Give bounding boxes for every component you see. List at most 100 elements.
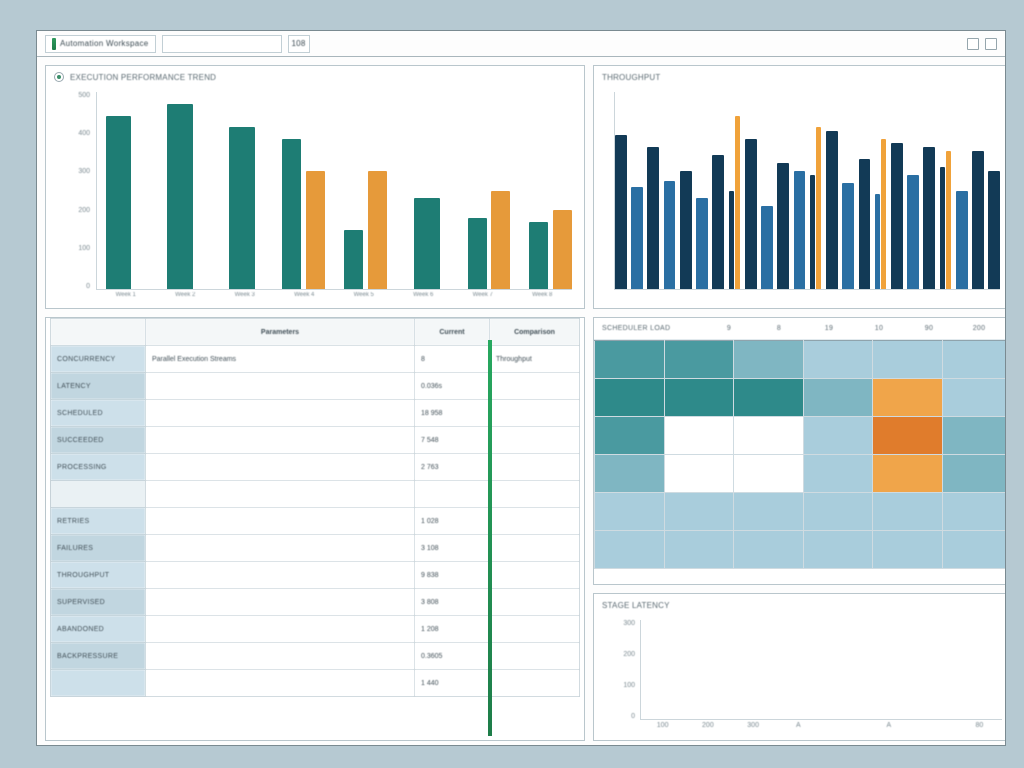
bar-group (344, 92, 387, 289)
heatmap-header: Scheduler Load 98191090200 (594, 318, 1005, 340)
heat-cell[interactable] (873, 417, 943, 455)
bar-group (529, 92, 572, 289)
chart-right-panel: Throughput (593, 65, 1005, 309)
chart-right-title: Throughput (602, 73, 660, 82)
heat-cell[interactable] (734, 493, 804, 531)
bar (907, 92, 919, 289)
heat-cell[interactable] (734, 531, 804, 569)
heat-cell[interactable] (664, 379, 734, 417)
table-row[interactable]: Supervised3 808 (51, 589, 580, 616)
bar-group (159, 92, 202, 289)
bar-group (221, 92, 264, 289)
heat-cell[interactable] (803, 379, 873, 417)
table-row[interactable]: 1 440 (51, 670, 580, 697)
heatmap-grid (594, 340, 1005, 569)
window-control-icon-2[interactable] (985, 38, 997, 50)
titlebar: Automation Workspace 108 (37, 31, 1005, 57)
app-title: Automation Workspace (60, 39, 149, 48)
page-code: 108 (288, 35, 310, 53)
bar-group (97, 92, 140, 289)
heat-cell[interactable] (942, 417, 1005, 455)
heat-cell[interactable] (664, 341, 734, 379)
chart-left-plot (96, 92, 572, 290)
data-table: ParametersCurrentComparisonConcurrencyPa… (50, 318, 580, 697)
heat-cell[interactable] (734, 417, 804, 455)
table-row[interactable]: Throughput9 838 (51, 562, 580, 589)
bar (972, 92, 984, 289)
heat-cell[interactable] (664, 531, 734, 569)
heat-cell[interactable] (803, 417, 873, 455)
bar (777, 92, 789, 289)
heat-cell[interactable] (873, 493, 943, 531)
bar (842, 92, 854, 289)
table-row[interactable]: ConcurrencyParallel Execution Streams8Th… (51, 346, 580, 373)
heat-cell[interactable] (942, 341, 1005, 379)
heat-cell[interactable] (803, 341, 873, 379)
heat-cell[interactable] (595, 341, 665, 379)
app-window: Automation Workspace 108 Execution Perfo… (36, 30, 1006, 746)
heat-cell[interactable] (942, 493, 1005, 531)
table-row[interactable]: Failures3 108 (51, 535, 580, 562)
heat-cell[interactable] (873, 455, 943, 493)
bar-group (282, 92, 325, 289)
heat-cell[interactable] (595, 417, 665, 455)
chart-left-area: 5004003002001000 Week 1Week 2Week 3Week … (46, 88, 584, 308)
small-chart-panel: Stage Latency 3002001000 100200300AA80 (593, 593, 1005, 741)
chart-left-x-axis: Week 1Week 2Week 3Week 4Week 5Week 6Week… (96, 292, 572, 308)
heat-cell[interactable] (873, 341, 943, 379)
heatmap-col-labels: 98191090200 (704, 325, 1004, 332)
table-row[interactable]: Succeeded7 548 (51, 427, 580, 454)
small-chart-header: Stage Latency (594, 594, 1005, 616)
heat-cell[interactable] (942, 379, 1005, 417)
heat-cell[interactable] (803, 531, 873, 569)
bar (875, 92, 887, 289)
bar-group (468, 92, 511, 289)
heat-cell[interactable] (595, 379, 665, 417)
small-chart-plot (640, 620, 1002, 720)
heat-cell[interactable] (664, 417, 734, 455)
chart-left-panel: Execution Performance Trend 500400300200… (45, 65, 585, 309)
heat-cell[interactable] (595, 493, 665, 531)
table-row[interactable]: Latency0.036s (51, 373, 580, 400)
bar (631, 92, 643, 289)
titlebar-field-1[interactable] (162, 35, 282, 53)
bar (859, 92, 871, 289)
table-row[interactable]: Processing2 763 (51, 454, 580, 481)
heat-cell[interactable] (595, 455, 665, 493)
heat-cell[interactable] (873, 531, 943, 569)
bar (940, 92, 952, 289)
bar (810, 92, 822, 289)
heat-cell[interactable] (664, 493, 734, 531)
bar (729, 92, 741, 289)
window-control-icon-1[interactable] (967, 38, 979, 50)
bar (956, 92, 968, 289)
heat-cell[interactable] (803, 455, 873, 493)
heat-cell[interactable] (664, 455, 734, 493)
heat-cell[interactable] (942, 455, 1005, 493)
table-row[interactable]: Retries1 028 (51, 508, 580, 535)
table-row[interactable]: Scheduled18 958 (51, 400, 580, 427)
heat-cell[interactable] (734, 379, 804, 417)
bar-group (406, 92, 449, 289)
heat-cell[interactable] (873, 379, 943, 417)
heat-cell[interactable] (595, 531, 665, 569)
chart-left-y-axis: 5004003002001000 (46, 92, 96, 290)
heat-cell[interactable] (803, 493, 873, 531)
table-row[interactable] (51, 481, 580, 508)
bar (988, 92, 1000, 289)
radio-icon[interactable] (54, 72, 64, 82)
small-chart-y-axis: 3002001000 (594, 620, 640, 720)
bar (761, 92, 773, 289)
data-table-wrap: ParametersCurrentComparisonConcurrencyPa… (46, 318, 584, 740)
table-row[interactable]: Backpressure0.3605 (51, 643, 580, 670)
small-chart-x-axis: 100200300AA80 (640, 722, 1002, 738)
app-icon (52, 38, 56, 50)
table-row[interactable]: Abandoned1 208 (51, 616, 580, 643)
chart-right-header: Throughput (594, 66, 1005, 88)
heatmap-panel: Scheduler Load 98191090200 (593, 317, 1005, 585)
heat-cell[interactable] (734, 341, 804, 379)
bar (680, 92, 692, 289)
heat-cell[interactable] (942, 531, 1005, 569)
body-grid: Execution Performance Trend 500400300200… (37, 57, 1005, 745)
heat-cell[interactable] (734, 455, 804, 493)
